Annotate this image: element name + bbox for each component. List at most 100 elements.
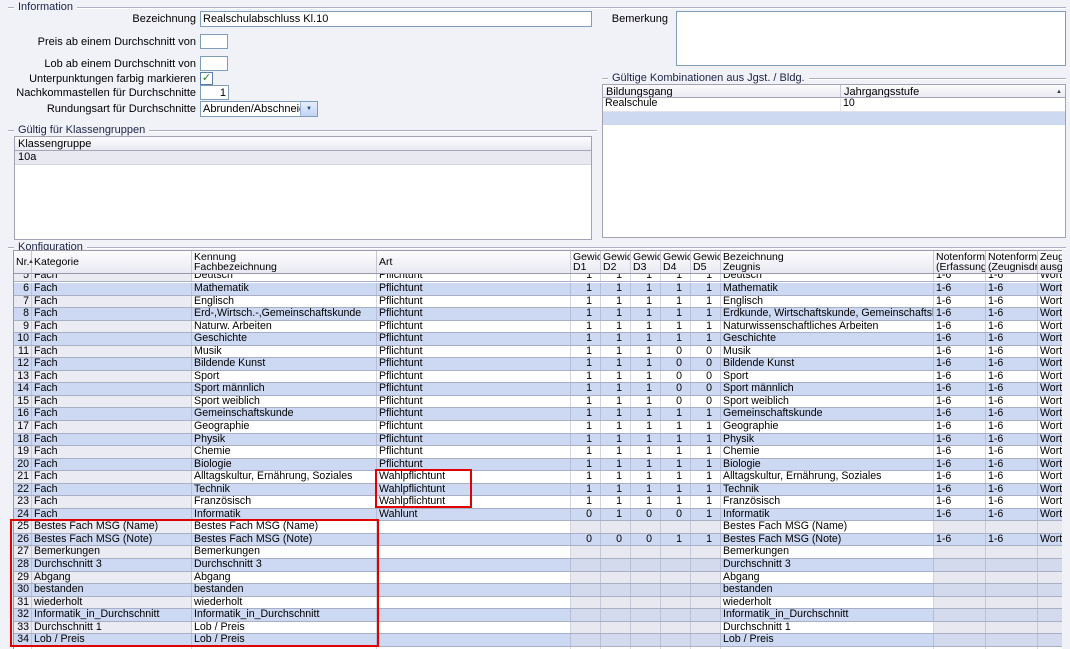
gewicht-d5-cell[interactable]: 1 <box>691 296 721 308</box>
nf-erfassung-cell[interactable]: 1-6 <box>934 321 986 333</box>
art-cell[interactable] <box>377 572 571 584</box>
table-row[interactable]: 12FachBildende KunstPflichtunt11100Bilde… <box>14 358 1062 371</box>
kategorie-cell[interactable]: Fach <box>32 283 192 295</box>
table-row[interactable]: 20FachBiologiePflichtunt11111Biologie1-6… <box>14 459 1062 472</box>
nf-zeugnisdruck-cell[interactable]: 1-6 <box>986 358 1038 370</box>
nf-erfassung-cell[interactable]: 1-6 <box>934 459 986 471</box>
bezeichnung-cell[interactable]: Musik <box>721 346 934 358</box>
gewicht-d4-cell[interactable]: 1 <box>661 408 691 420</box>
list-item[interactable]: 10a <box>15 151 591 165</box>
table-row[interactable]: 28Durchschnitt 3Durchschnitt 3Durchschni… <box>14 559 1062 572</box>
gewicht-d4-cell[interactable] <box>661 584 691 596</box>
gewicht-d1-cell[interactable]: 0 <box>571 509 601 521</box>
gewicht-d1-cell[interactable]: 1 <box>571 408 601 420</box>
nr-cell[interactable]: 20 <box>14 459 32 471</box>
kennung-cell[interactable]: Informatik_in_Durchschnitt <box>192 609 377 621</box>
gewicht-d4-cell[interactable] <box>661 559 691 571</box>
kennung-cell[interactable]: Bildende Kunst <box>192 358 377 370</box>
gewicht-d4-cell[interactable] <box>661 634 691 646</box>
kategorie-cell[interactable]: Fach <box>32 346 192 358</box>
nf-erfassung-cell[interactable]: 1-6 <box>934 358 986 370</box>
jahrgangsstufe-cell[interactable]: 10 <box>841 98 1066 111</box>
bezeichnung-cell[interactable]: Abgang <box>721 572 934 584</box>
kennung-cell[interactable]: Sport männlich <box>192 383 377 395</box>
nf-zeugnisdruck-cell[interactable] <box>986 546 1038 558</box>
ausgabe-cell[interactable]: Wort <box>1038 408 1062 420</box>
gewicht-d2-cell[interactable]: 1 <box>601 484 631 496</box>
nr-cell[interactable]: 17 <box>14 421 32 433</box>
table-row[interactable]: 15FachSport weiblichPflichtunt11100Sport… <box>14 396 1062 409</box>
gewicht-d1-cell[interactable]: 1 <box>571 321 601 333</box>
gewicht-d3-cell[interactable]: 1 <box>631 446 661 458</box>
gewicht-d3-cell[interactable]: 1 <box>631 396 661 408</box>
gewicht-d2-cell[interactable]: 1 <box>601 509 631 521</box>
gewicht-d5-cell[interactable]: 0 <box>691 383 721 395</box>
gewicht-d2-cell[interactable]: 1 <box>601 396 631 408</box>
kennung-cell[interactable]: Naturw. Arbeiten <box>192 321 377 333</box>
nf-erfassung-cell[interactable] <box>934 546 986 558</box>
gewicht-d1-cell[interactable]: 1 <box>571 459 601 471</box>
gewicht-d3-cell[interactable]: 1 <box>631 358 661 370</box>
bezeichnung-cell[interactable]: Physik <box>721 434 934 446</box>
gewicht-d1-cell[interactable] <box>571 521 601 533</box>
gewicht-d2-cell[interactable] <box>601 572 631 584</box>
art-cell[interactable]: Pflichtunt <box>377 383 571 395</box>
gewicht-d4-cell[interactable]: 0 <box>661 509 691 521</box>
gewicht-d3-cell[interactable]: 0 <box>631 534 661 546</box>
nf-erfassung-cell[interactable]: 1-6 <box>934 383 986 395</box>
bezeichnung-cell[interactable]: Sport <box>721 371 934 383</box>
nr-cell[interactable]: 22 <box>14 484 32 496</box>
gewicht-d2-cell[interactable]: 1 <box>601 383 631 395</box>
gewicht-d2-cell[interactable]: 1 <box>601 408 631 420</box>
gewicht-d5-cell[interactable]: 1 <box>691 321 721 333</box>
table-row[interactable]: 11FachMusikPflichtunt11100Musik1-61-6Wor… <box>14 346 1062 359</box>
bezeichnung-cell[interactable]: Mathematik <box>721 283 934 295</box>
nf-zeugnisdruck-cell[interactable]: 1-6 <box>986 446 1038 458</box>
nr-cell[interactable]: 28 <box>14 559 32 571</box>
gewicht-d4-cell[interactable]: 1 <box>661 333 691 345</box>
nf-erfassung-cell[interactable] <box>934 559 986 571</box>
gewicht-d5-cell[interactable]: 1 <box>691 408 721 420</box>
gewicht-d5-cell[interactable]: 0 <box>691 358 721 370</box>
art-cell[interactable]: Pflichtunt <box>377 346 571 358</box>
ausgabe-cell[interactable]: Wort <box>1038 434 1062 446</box>
ausgabe-cell[interactable]: Wort <box>1038 459 1062 471</box>
gewicht-d1-cell[interactable]: 1 <box>571 396 601 408</box>
gewicht-d3-cell[interactable]: 1 <box>631 421 661 433</box>
table-row[interactable]: 27BemerkungenBemerkungenBemerkungen <box>14 546 1062 559</box>
kennung-cell[interactable]: Englisch <box>192 296 377 308</box>
gewicht-d3-cell[interactable]: 1 <box>631 471 661 483</box>
gewicht-d1-cell[interactable] <box>571 609 601 621</box>
gewicht-d4-cell[interactable] <box>661 609 691 621</box>
gewicht-d1-cell[interactable] <box>571 584 601 596</box>
nr-cell[interactable]: 34 <box>14 634 32 646</box>
kennung-cell[interactable]: Lob / Preis <box>192 634 377 646</box>
gewicht-d3-cell[interactable] <box>631 559 661 571</box>
nr-cell[interactable]: 18 <box>14 434 32 446</box>
kategorie-cell[interactable]: Informatik_in_Durchschnitt <box>32 609 192 621</box>
column-header-gewicht-d2[interactable]: GewichtD2 <box>601 251 631 273</box>
ausgabe-cell[interactable]: Wort <box>1038 421 1062 433</box>
nr-cell[interactable]: 8 <box>14 308 32 320</box>
table-row[interactable]: 26Bestes Fach MSG (Note)Bestes Fach MSG … <box>14 534 1062 547</box>
kategorie-cell[interactable]: Bestes Fach MSG (Note) <box>32 534 192 546</box>
kennung-cell[interactable]: Französisch <box>192 496 377 508</box>
gewicht-d3-cell[interactable]: 1 <box>631 274 661 281</box>
kennung-cell[interactable]: Erd-,Wirtsch.-,Gemeinschaftskunde <box>192 308 377 320</box>
gewicht-d2-cell[interactable] <box>601 634 631 646</box>
nr-cell[interactable]: 5 <box>14 274 32 281</box>
table-row[interactable]: 31wiederholtwiederholtwiederholt <box>14 597 1062 610</box>
gewicht-d2-cell[interactable]: 0 <box>601 534 631 546</box>
table-row[interactable]: 10FachGeschichtePflichtunt11111Geschicht… <box>14 333 1062 346</box>
kennung-cell[interactable]: Technik <box>192 484 377 496</box>
bezeichnung-cell[interactable]: Bemerkungen <box>721 546 934 558</box>
art-cell[interactable] <box>377 597 571 609</box>
kategorie-cell[interactable]: Durchschnitt 3 <box>32 559 192 571</box>
kategorie-cell[interactable]: bestanden <box>32 584 192 596</box>
kategorie-cell[interactable]: Fach <box>32 434 192 446</box>
art-cell[interactable]: Pflichtunt <box>377 421 571 433</box>
art-cell[interactable]: Pflichtunt <box>377 459 571 471</box>
bezeichnung-cell[interactable]: Informatik <box>721 509 934 521</box>
kennung-cell[interactable]: Physik <box>192 434 377 446</box>
gewicht-d2-cell[interactable] <box>601 597 631 609</box>
